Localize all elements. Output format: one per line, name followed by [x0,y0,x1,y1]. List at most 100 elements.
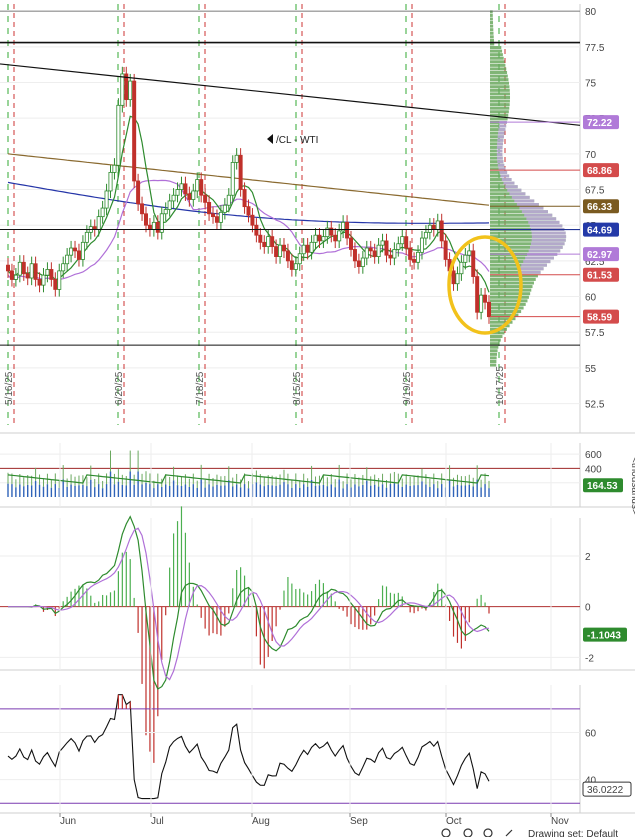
candle-body [246,206,251,216]
date-marker-label: 7/18/25 [195,371,206,405]
volume-profile-bar [490,53,503,57]
volume-profile-bar [490,288,532,292]
candle-body [321,236,326,242]
month-label: Aug [252,816,270,827]
macd-tick-label: -2 [585,653,594,664]
candle-body [80,241,85,260]
volume-profile-bar [490,277,536,281]
candle-body [352,249,357,262]
candle-body [364,247,369,259]
value-area-bar [498,124,507,128]
price-badge-label: 61.53 [587,271,612,282]
candle-body [345,221,350,239]
candle-body [309,241,314,253]
value-area-bar [496,145,503,149]
candle-body [258,234,263,243]
volume-profile-bar [490,335,503,339]
candle-body [45,269,50,276]
volume-profile-bar [490,345,499,349]
value-area-bar [525,256,554,260]
candle-body [408,247,413,260]
pencil-icon[interactable] [505,829,513,837]
symbol-text: /CL - WTI [276,135,318,146]
clock-icon[interactable] [483,828,493,837]
value-area-bar [529,224,563,228]
candle-body [207,201,212,215]
volume-profile-bar [490,103,510,107]
volume-profile-bar [490,295,529,299]
volume-profile-bar [490,349,498,353]
candle-body [65,254,70,265]
price-tick-label: 55 [585,364,597,375]
value-area-bar [531,238,566,242]
candle-body [439,220,444,242]
volume-profile-bar [490,363,497,367]
candle-body [400,236,405,245]
volume-profile-bar [490,46,502,50]
macd-tick-label: 0 [585,603,591,614]
candle-body [155,221,160,233]
price-badge-label: 58.59 [587,313,612,324]
volume-profile-bar [490,285,533,289]
volume-profile-bar [490,85,510,89]
volume-profile-bar [490,99,510,103]
candle-body [305,244,310,253]
rsi-panel: 604036.0222 [0,694,632,804]
candle-body [459,261,464,275]
candle-body [128,80,133,101]
panel-frames [0,4,635,814]
candle-body [427,224,432,233]
volume-profile-bar [490,31,494,35]
date-marker-label: 9/19/25 [402,371,413,405]
value-area-bar [521,210,548,214]
volume-profile-bar [490,338,501,342]
drawing-set-label[interactable]: Drawing set: Default [528,829,618,837]
candle-body [479,294,484,313]
settings-icon[interactable] [441,828,451,837]
footer-toolbar: Drawing set: Default [441,828,618,837]
value-area-bar [499,170,508,174]
volume-profile-bar [490,38,494,42]
candle-body [356,260,361,267]
candle-body [132,80,137,182]
volume-profile-bar [490,28,494,32]
candle-body [333,234,338,242]
candle-body [13,274,18,280]
candle-body [435,220,440,230]
candle-body [384,240,389,256]
candle-body [313,234,318,243]
candle-body [108,171,113,192]
price-tick-label: 57.5 [585,328,605,339]
candle-body [49,269,54,280]
volume-profile-bar [490,92,510,96]
volume-profile-bar [490,71,508,75]
candle-body [483,294,488,303]
volume-profile-bar [490,356,497,360]
candle-body [349,237,354,250]
time-axis: Jun Jul Aug Sep Oct Nov [59,443,569,827]
candle-body [120,73,125,106]
candle-body [443,240,448,260]
candle-body [199,179,204,196]
candle-body [376,244,381,257]
volume-profile-bar [490,302,526,306]
candle-body [412,259,417,263]
candle-body [29,263,34,279]
candle-body [242,189,247,208]
value-area-bar [503,181,515,185]
candle-body [57,270,62,290]
candle-body [234,154,239,163]
candle-body [262,241,267,248]
volume-panel: 600400200164.53<thousands> [0,450,635,515]
candle-body [104,190,109,209]
crosshair-icon[interactable] [463,828,473,837]
volume-profile-bar [490,63,506,67]
candle-body [467,250,472,256]
value-area-bar [497,163,505,167]
volume-tick-label: 400 [585,464,602,475]
volume-profile-bar [490,299,528,303]
price-badge-label: 62.97 [587,250,612,261]
candle-body [33,263,38,280]
candle-body [147,224,152,230]
value-area-bar [496,153,503,157]
